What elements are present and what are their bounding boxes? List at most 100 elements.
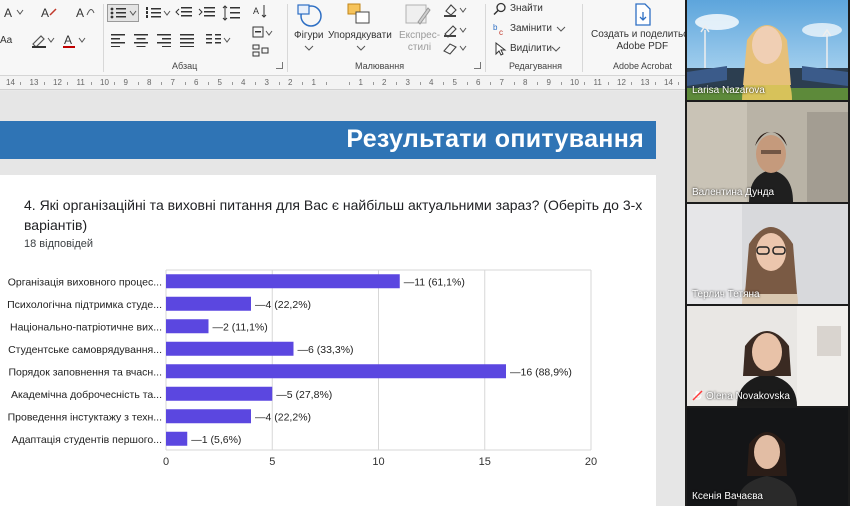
- arrange-button[interactable]: Упорядкувати: [328, 30, 392, 42]
- chevron-down-icon[interactable]: [303, 44, 315, 52]
- chevron-down-icon[interactable]: [355, 44, 367, 52]
- columns-icon[interactable]: [205, 33, 231, 47]
- shape-fill-icon[interactable]: [442, 2, 468, 18]
- text-direction-icon[interactable]: А: [252, 3, 274, 21]
- participant-tile[interactable]: Валентина Дунда: [687, 102, 848, 202]
- data-label: —2 (11,1%): [213, 321, 268, 333]
- editing-group-label: Редагування: [509, 61, 562, 71]
- ruler-tick: [678, 82, 679, 85]
- x-tick-label: 15: [479, 456, 491, 468]
- replace-button[interactable]: Замінити: [510, 23, 552, 34]
- line-spacing-icon[interactable]: [222, 5, 246, 21]
- participant-tile[interactable]: Терлич Тетяна: [687, 204, 848, 304]
- bar: [166, 431, 188, 446]
- slide-title: Результати опитування: [346, 125, 644, 153]
- adobe-pdf-icon[interactable]: [633, 3, 653, 27]
- highlight-icon[interactable]: [30, 32, 56, 48]
- ruler-tick: [231, 82, 233, 85]
- ruler-label: 7: [499, 78, 504, 87]
- data-label: —4 (22,2%): [255, 299, 311, 311]
- ruler-tick: [67, 82, 68, 85]
- svg-text:А: А: [253, 6, 259, 16]
- ruler-tick: [419, 82, 421, 85]
- bar: [166, 364, 506, 379]
- participant-name: Терлич Тетяна: [692, 289, 760, 300]
- bar: [166, 319, 209, 334]
- justify-icon[interactable]: [179, 33, 195, 47]
- ruler-tick: [20, 82, 21, 85]
- slide-title-banner: Результати опитування: [0, 121, 656, 159]
- shapes-button[interactable]: Фігури: [294, 30, 324, 42]
- data-label: —16 (88,9%): [510, 366, 572, 378]
- text-color-icon[interactable]: А: [62, 32, 88, 48]
- ruler-label: 8: [523, 78, 528, 87]
- decrease-indent-icon[interactable]: [175, 5, 193, 21]
- ruler-label: 14: [664, 78, 673, 87]
- participant-name-text: Olena Novakovskа: [706, 391, 790, 402]
- font-color-icon[interactable]: А: [2, 4, 24, 22]
- arrange-icon[interactable]: [346, 2, 374, 28]
- participant-tile[interactable]: Olena Novakovskа: [687, 306, 848, 406]
- drawing-dialog-launcher[interactable]: [474, 62, 481, 69]
- increase-indent-icon[interactable]: [198, 5, 216, 21]
- chevron-down-icon[interactable]: [556, 25, 566, 33]
- participant-name: Валентина Дунда: [692, 187, 775, 198]
- select-button[interactable]: Виділити: [510, 43, 552, 54]
- search-icon[interactable]: [493, 2, 507, 16]
- response-count: 18 відповідей: [24, 238, 94, 250]
- ruler-tick: [255, 82, 256, 85]
- ruler-label: 3: [405, 78, 410, 87]
- ruler-tick: [278, 82, 280, 85]
- create-share-pdf-button[interactable]: Создать и поделиться Adobe PDF: [591, 29, 685, 53]
- ruler-label: 5: [452, 78, 457, 87]
- survey-question: 4. Які організаційні та виховні питання …: [24, 197, 643, 233]
- clear-formatting-icon[interactable]: А: [40, 5, 58, 21]
- ruler-tick: [114, 82, 115, 85]
- drawing-group-label: Малювання: [355, 61, 405, 71]
- shape-outline-icon[interactable]: [442, 22, 468, 38]
- bullets-icon[interactable]: [107, 4, 139, 22]
- quick-styles-icon[interactable]: [404, 2, 432, 28]
- ruler-tick: [584, 82, 585, 85]
- ruler-label: 1: [311, 78, 316, 87]
- replace-icon[interactable]: b c: [493, 22, 507, 36]
- x-tick-label: 10: [372, 456, 384, 468]
- ruler-label: 3: [264, 78, 269, 87]
- chevron-down-icon[interactable]: [551, 45, 561, 53]
- select-icon[interactable]: [493, 42, 507, 56]
- category-label: Порядок заповнення та вчасн...: [8, 366, 162, 378]
- change-case-button[interactable]: Aa: [0, 35, 12, 46]
- numbering-icon[interactable]: [145, 5, 171, 21]
- quick-styles-button[interactable]: Експрес-стилі: [399, 30, 440, 54]
- shape-effects-icon[interactable]: [442, 41, 468, 55]
- svg-text:А: А: [41, 6, 49, 20]
- shapes-icon[interactable]: [296, 3, 324, 29]
- presentation-editor: А А А Aa А А Абзац Фігури Упорядкувати Е…: [0, 0, 685, 506]
- ruler-label: 12: [617, 78, 626, 87]
- ruler-label: 11: [593, 78, 602, 87]
- bar: [166, 296, 251, 311]
- find-button[interactable]: Знайти: [510, 3, 543, 14]
- align-left-icon[interactable]: [110, 33, 126, 47]
- ruler-tick: [607, 82, 609, 85]
- ruler-label: 4: [241, 78, 246, 87]
- ruler-label: 2: [288, 78, 293, 87]
- align-right-icon[interactable]: [156, 33, 172, 47]
- participant-tile-active[interactable]: Ксенія Вачаєва: [687, 408, 848, 506]
- acrobat-group-label: Adobe Acrobat: [613, 61, 673, 71]
- ruler-tick: [161, 82, 162, 85]
- smartart-icon[interactable]: [252, 44, 274, 58]
- data-label: —11 (61,1%): [404, 276, 465, 288]
- category-label: Академічна доброчесність та...: [11, 389, 162, 401]
- participant-tile[interactable]: Larisa Nazarova: [687, 0, 848, 100]
- bar: [166, 341, 294, 356]
- ruler-label: 7: [170, 78, 175, 87]
- paragraph-dialog-launcher[interactable]: [276, 62, 283, 69]
- ruler-label: 9: [546, 78, 551, 87]
- ruler-label: 10: [570, 78, 579, 87]
- font-size-icon[interactable]: А: [75, 5, 95, 21]
- align-text-icon[interactable]: [252, 25, 274, 41]
- participant-name: Ксенія Вачаєва: [692, 491, 763, 502]
- align-center-icon[interactable]: [133, 33, 149, 47]
- category-label: Студентське самоврядування...: [8, 344, 162, 356]
